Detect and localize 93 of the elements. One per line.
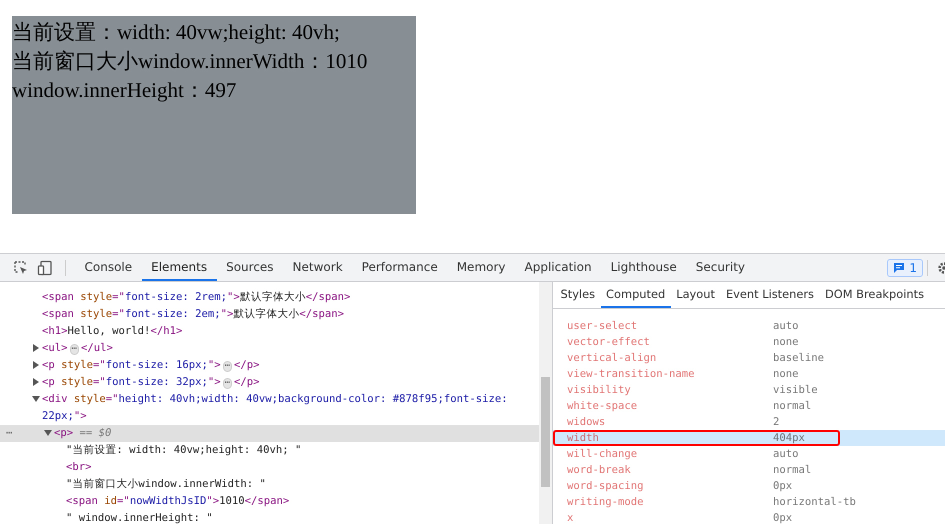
property-value: 0px <box>773 479 792 494</box>
issues-button[interactable]: 1 <box>887 258 923 276</box>
device-toolbar-icon[interactable] <box>37 260 53 276</box>
box-text: window.innerHeight：497 <box>12 77 238 104</box>
code-line: <span style="font-size: 2rem;">默认字体大小</span> <box>42 290 350 305</box>
computed-property-row[interactable]: x 0px <box>553 510 945 524</box>
sidebar-tab[interactable]: DOM Breakpoints <box>820 282 930 308</box>
code-line: <span id="nowWidthJsID">1010</span> <box>66 494 290 509</box>
computed-property-row[interactable]: writing-mode horizontal-tb <box>553 494 945 510</box>
property-name: width <box>567 432 600 444</box>
devtools-tab[interactable]: Console <box>75 254 142 281</box>
box-text: 当前窗口大小window.innerWidth：1010 <box>12 48 368 75</box>
code-line: " window.innerHeight: " <box>66 511 213 524</box>
sidebar-tab[interactable]: Styles <box>555 282 601 308</box>
property-name: word-spacing <box>567 479 645 494</box>
property-value: auto <box>773 447 799 462</box>
expand-triangle-icon[interactable] <box>32 395 40 403</box>
sidebar-tab[interactable]: Event Listeners <box>720 282 820 308</box>
devtools-tab[interactable]: Security <box>686 254 754 281</box>
property-value: auto <box>773 319 799 334</box>
code-line: <br> <box>66 460 92 475</box>
computed-property-row[interactable]: vertical-align baseline <box>553 350 945 366</box>
property-name: vertical-align <box>567 351 658 366</box>
property-name: word-break <box>567 463 632 478</box>
devtools-tab[interactable]: Sources <box>216 254 284 281</box>
dom-node-row[interactable]: " window.innerHeight: " <box>0 510 539 524</box>
property-name: visibility <box>567 383 632 398</box>
devtools-tab[interactable]: Elements <box>142 254 217 281</box>
property-value: baseline <box>773 351 824 366</box>
property-value: 404px <box>773 432 805 444</box>
devtools-tab[interactable]: Performance <box>352 254 448 281</box>
scrollbar[interactable] <box>539 282 552 524</box>
property-value: none <box>773 367 799 382</box>
property-name: vector-effect <box>567 335 651 350</box>
expand-triangle-icon[interactable] <box>32 344 40 352</box>
code-line: <h1>Hello, world!</h1> <box>42 324 182 339</box>
code-line: <div style="height: 40vh;width: 40vw;background-color: #878f95;font-size: 22px;"> <box>42 392 509 424</box>
expand-triangle-icon[interactable] <box>32 361 40 369</box>
property-value: horizontal-tb <box>773 495 856 510</box>
dom-node-row[interactable]: <p style="font-size: 16px;"> ⋯ </p> <box>0 357 539 374</box>
sidebar-tab[interactable]: Layout <box>670 282 720 308</box>
devtools-tab[interactable]: Memory <box>447 254 516 281</box>
computed-property-row[interactable]: user-select auto <box>553 318 945 334</box>
dom-node-row[interactable]: <h1>Hello, world!</h1> <box>0 323 539 340</box>
property-name: view-transition-name <box>567 367 696 382</box>
message-icon <box>893 262 906 274</box>
dom-node-row[interactable]: <ul> ⋯ </ul> <box>0 340 539 357</box>
computed-property-row[interactable]: word-break normal <box>553 462 945 478</box>
computed-property-row[interactable]: visibility visible <box>553 382 945 398</box>
inspect-icon[interactable] <box>13 260 29 276</box>
computed-property-row[interactable]: vector-effect none <box>553 334 945 350</box>
devtools-tab[interactable]: Lighthouse <box>601 254 686 281</box>
code-line: <p> == $0 <box>54 426 112 441</box>
dom-node-row[interactable]: <div style="height: 40vh;width: 40vw;background-color: #878f95;font-size: 22px;"> <box>0 391 539 425</box>
sidebar-tab[interactable]: Computed <box>600 282 671 308</box>
property-name: white-space <box>567 399 638 414</box>
code-line: "当前设置: width: 40vw;height: 40vh; " <box>66 443 302 458</box>
property-value: normal <box>773 399 812 414</box>
computed-property-row[interactable]: word-spacing 0px <box>553 478 945 494</box>
code-line: <span style="font-size: 2em;">默认字体大小</span> <box>42 307 344 322</box>
box-text: 当前设置：width: 40vw;height: 40vh; <box>12 19 341 46</box>
computed-property-row[interactable]: view-transition-name none <box>553 366 945 382</box>
computed-property-row[interactable]: white-space normal <box>553 398 945 414</box>
property-value: visible <box>773 383 818 398</box>
property-name: widows <box>567 415 606 430</box>
dom-node-row[interactable]: <span style="font-size: 2em;">默认字体大小</span> <box>0 306 539 323</box>
dom-node-row[interactable]: <span style="font-size: 2rem;">默认字体大小</span> <box>0 289 539 306</box>
property-name: user-select <box>567 319 638 334</box>
dom-node-row[interactable]: ⋯ <p> == $0 <box>0 425 539 442</box>
computed-property-row[interactable]: widows 2 <box>553 414 945 430</box>
property-value: normal <box>773 463 812 478</box>
computed-property-row[interactable]: will-change auto <box>553 446 945 462</box>
code-line: <ul> ⋯ </ul> <box>42 341 113 357</box>
dom-node-row[interactable]: "当前设置: width: 40vw;height: 40vh; " <box>0 442 539 459</box>
expand-triangle-icon[interactable] <box>32 378 40 386</box>
dom-node-row[interactable]: <span id="nowWidthJsID">1010</span> <box>0 493 539 510</box>
expand-triangle-icon[interactable] <box>44 429 52 437</box>
devtools-tab[interactable]: Network <box>283 254 352 281</box>
devtools-tab[interactable]: Application <box>515 254 602 281</box>
code-line: <p style="font-size: 32px;"> ⋯ </p> <box>42 375 260 391</box>
property-name: x <box>567 511 574 524</box>
dom-node-row[interactable]: <br> <box>0 459 539 476</box>
property-value: none <box>773 335 799 350</box>
computed-property-row[interactable]: width 404px <box>553 430 945 446</box>
property-name: writing-mode <box>567 495 645 510</box>
dom-node-row[interactable]: "当前窗口大小window.innerWidth: " <box>0 476 539 493</box>
property-value: 0px <box>773 511 792 524</box>
dom-node-row[interactable]: <p style="font-size: 32px;"> ⋯ </p> <box>0 374 539 391</box>
code-line: "当前窗口大小window.innerWidth: " <box>66 477 266 492</box>
property-name: will-change <box>567 447 638 462</box>
gutter-text[interactable]: ⋯ <box>6 425 12 442</box>
code-line: <p style="font-size: 16px;"> ⋯ </p> <box>42 358 260 374</box>
property-value: 2 <box>773 415 780 430</box>
